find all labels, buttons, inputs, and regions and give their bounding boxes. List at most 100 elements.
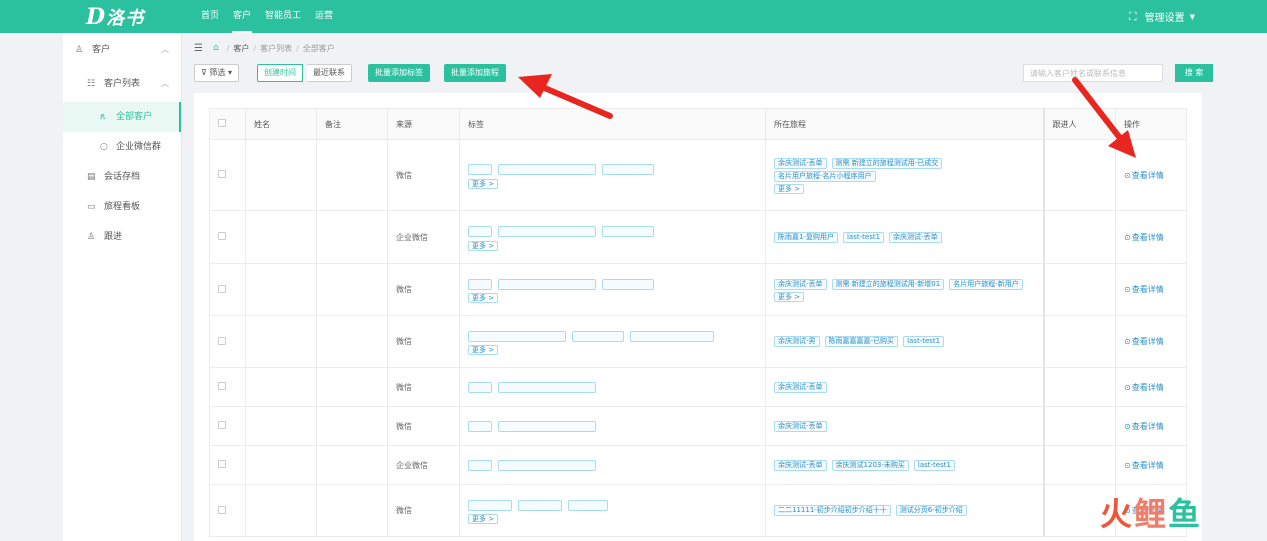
view-details-link[interactable]: ⊙查看详情 bbox=[1124, 422, 1164, 431]
tags-cell bbox=[459, 367, 766, 407]
table-row: 企业微信 余庆测试-丢单 余庆测试1203-未购买 last-test1 ⊙查看详情 bbox=[209, 445, 1187, 485]
sidebar-item-journey-board[interactable]: ▭ 旅程看板 bbox=[63, 192, 181, 222]
more-tags-button[interactable]: 更多 > bbox=[468, 240, 499, 251]
more-journeys-button[interactable]: 更多 > bbox=[774, 291, 805, 302]
more-tags-button[interactable]: 更多 > bbox=[468, 345, 499, 355]
name-cell bbox=[245, 484, 317, 537]
row-select-cell[interactable] bbox=[209, 484, 246, 537]
column-header-tags: 标签 bbox=[459, 108, 766, 140]
view-details-link[interactable]: ⊙查看详情 bbox=[1124, 233, 1164, 242]
row-checkbox[interactable] bbox=[218, 336, 226, 345]
journey-cell: 余庆测试-男 陈雨嘉嘉嘉嘉-已购买 last-test1 bbox=[765, 315, 1044, 368]
journey-chip: last-test1 bbox=[842, 231, 885, 243]
view-details-link[interactable]: ⊙查看详情 bbox=[1124, 171, 1164, 180]
sidebar-item-label: 客户 bbox=[92, 45, 111, 55]
expand-icon[interactable]: ⛶ bbox=[1129, 10, 1137, 24]
row-select-cell[interactable] bbox=[209, 445, 246, 485]
sidebar-item-all-customers[interactable]: ጸ 全部客户 bbox=[63, 102, 181, 132]
sidebar-item-label: 会话存档 bbox=[104, 172, 141, 182]
ops-cell: ⊙查看详情 bbox=[1115, 406, 1187, 446]
view-details-link[interactable]: ⊙查看详情 bbox=[1124, 383, 1164, 392]
tag-chip bbox=[468, 381, 492, 393]
sidebar-item-chat-archive[interactable]: ▤ 会话存档 bbox=[63, 162, 181, 192]
view-details-link[interactable]: ⊙查看详情 bbox=[1124, 461, 1164, 470]
row-select-cell[interactable] bbox=[209, 263, 246, 316]
ops-cell: ⊙查看详情 bbox=[1115, 210, 1187, 264]
topnav-ai-staff[interactable]: 智能员工 bbox=[258, 0, 308, 33]
top-nav: 首页 客户 智能员工 运营 bbox=[194, 0, 340, 33]
tag-chip bbox=[468, 164, 492, 175]
row-select-cell[interactable] bbox=[209, 315, 246, 368]
source-cell: 微信 bbox=[387, 139, 460, 211]
batch-add-tag-button[interactable]: 批量添加标签 bbox=[368, 64, 430, 82]
follower-cell bbox=[1042, 367, 1116, 407]
settings-menu[interactable]: 管理设置 bbox=[1145, 9, 1185, 24]
tags-cell: 更多 > bbox=[459, 263, 766, 316]
eye-icon: ⊙ bbox=[1124, 285, 1131, 294]
tag-chip bbox=[498, 226, 596, 237]
search-input[interactable] bbox=[1023, 64, 1163, 82]
more-tags-button[interactable]: 更多 > bbox=[468, 178, 499, 189]
name-cell bbox=[245, 406, 317, 446]
row-select-cell[interactable] bbox=[209, 367, 246, 407]
sidebar-item-customers[interactable]: ♙ 客户 ︿ bbox=[63, 35, 181, 65]
topnav-home[interactable]: 首页 bbox=[194, 0, 226, 33]
chat-bubble-icon: ○ bbox=[100, 142, 108, 152]
top-navigation-bar: D 洛书 首页 客户 智能员工 运营 ⛶ 管理设置 ▼ bbox=[0, 0, 1267, 33]
caret-down-icon[interactable]: ▼ bbox=[1190, 13, 1195, 21]
table-row: 微信 更多 > 余庆测试-丢单 测需 新建立的旅程测试用-新增01 名片用户旅程-新… bbox=[209, 263, 1187, 316]
row-checkbox[interactable] bbox=[218, 505, 226, 514]
app-logo[interactable]: D 洛书 bbox=[86, 3, 144, 30]
row-select-cell[interactable] bbox=[209, 406, 246, 446]
more-journeys-button[interactable]: 更多 > bbox=[774, 183, 805, 194]
sidebar-item-follow-up[interactable]: ♙ 跟进 bbox=[63, 222, 181, 252]
breadcrumb-separator: / bbox=[226, 43, 230, 53]
select-all-checkbox[interactable] bbox=[218, 119, 226, 127]
row-checkbox[interactable] bbox=[218, 421, 226, 429]
view-details-label: 查看详情 bbox=[1131, 460, 1164, 470]
row-checkbox[interactable] bbox=[218, 460, 226, 468]
row-select-cell[interactable] bbox=[209, 210, 246, 264]
row-checkbox[interactable] bbox=[218, 382, 226, 390]
sidebar-item-customer-list[interactable]: ☷ 客户列表 ︿ bbox=[63, 69, 181, 99]
row-checkbox[interactable] bbox=[218, 170, 226, 178]
sidebar-item-wecom-groups[interactable]: ○ 企业微信群 bbox=[63, 132, 181, 162]
row-checkbox[interactable] bbox=[218, 284, 226, 293]
topnav-customers[interactable]: 客户 bbox=[226, 0, 258, 33]
ops-cell: ⊙查看详情 bbox=[1115, 315, 1187, 368]
view-details-link[interactable]: ⊙查看详情 bbox=[1124, 285, 1164, 294]
journey-chip: 名片用户旅程-新用户 bbox=[949, 278, 1023, 290]
batch-add-journey-button[interactable]: 批量添加旅程 bbox=[444, 64, 506, 82]
sort-created-button[interactable]: 创建时间 bbox=[257, 64, 303, 82]
select-all-cell[interactable] bbox=[209, 108, 246, 140]
collapse-menu-icon[interactable]: ☰ bbox=[194, 43, 203, 54]
source-cell: 企业微信 bbox=[387, 210, 460, 264]
tag-chip bbox=[498, 278, 596, 290]
breadcrumb-all-customers: 全部客户 bbox=[302, 43, 335, 53]
journey-cell: 陈雨嘉1-复购用户 last-test1 余庆测试-丢单 bbox=[765, 210, 1044, 264]
follower-cell bbox=[1042, 406, 1116, 446]
journey-chip: 陈雨嘉嘉嘉嘉-已购买 bbox=[824, 336, 899, 347]
source-cell: 微信 bbox=[387, 263, 460, 316]
view-details-link[interactable]: ⊙查看详情 bbox=[1124, 337, 1164, 346]
user-icon: ♙ bbox=[75, 45, 84, 55]
table-row: 微信 更多 > 二二11111-初步介绍初步介绍十十 测试分页6-初步介绍 ⊙查看… bbox=[209, 484, 1187, 537]
journey-chip: 余庆测试-丢单 bbox=[774, 278, 827, 290]
search-button[interactable]: 搜 索 bbox=[1175, 64, 1213, 82]
topnav-operations[interactable]: 运营 bbox=[308, 0, 340, 33]
more-tags-button[interactable]: 更多 > bbox=[468, 514, 499, 524]
breadcrumb-customer-list[interactable]: 客户列表 bbox=[260, 43, 292, 54]
filter-button[interactable]: ⊽ 筛选 ▾ bbox=[194, 64, 239, 82]
source-cell: 微信 bbox=[387, 315, 460, 368]
eye-icon: ⊙ bbox=[1124, 170, 1131, 180]
remark-cell bbox=[316, 263, 388, 316]
row-checkbox[interactable] bbox=[218, 232, 226, 240]
view-details-label: 查看详情 bbox=[1131, 170, 1164, 180]
breadcrumb-customers[interactable]: 客户 bbox=[233, 43, 249, 54]
row-select-cell[interactable] bbox=[209, 139, 246, 211]
more-tags-button[interactable]: 更多 > bbox=[468, 293, 499, 303]
home-icon[interactable]: ⌂ bbox=[213, 43, 219, 53]
table-row: 微信 更多 > 余庆测试-丢单 测需 新建立的旅程测试用-已成交 名片用户旅程-名… bbox=[209, 139, 1187, 211]
sort-recent-button[interactable]: 最近联系 bbox=[307, 64, 352, 82]
breadcrumb-separator: / bbox=[253, 43, 257, 53]
